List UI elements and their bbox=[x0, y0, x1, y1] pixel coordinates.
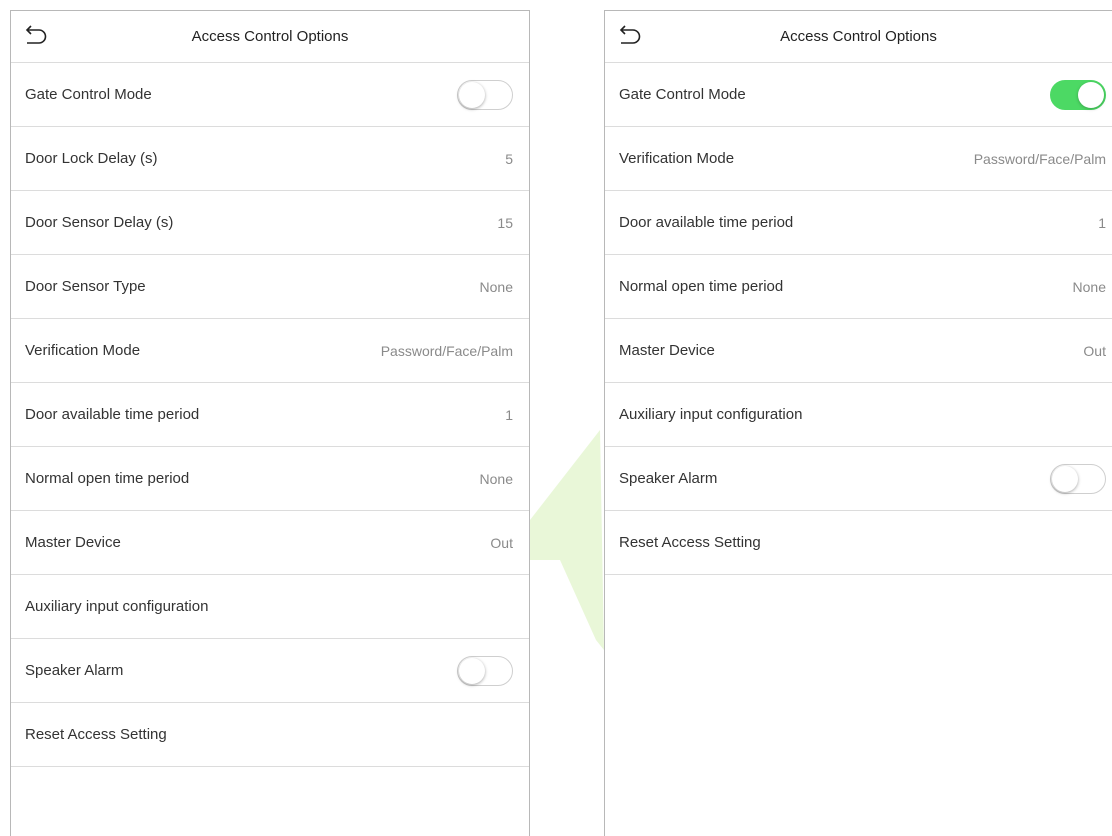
speaker-alarm-row[interactable]: Speaker Alarm bbox=[11, 639, 529, 703]
speaker-alarm-toggle[interactable] bbox=[457, 655, 513, 686]
title-bar: Access Control Options bbox=[605, 11, 1112, 63]
toggle-knob bbox=[1052, 465, 1078, 492]
row-label: Speaker Alarm bbox=[619, 470, 718, 487]
auxiliary-input-configuration-row[interactable]: Auxiliary input configuration bbox=[605, 383, 1112, 447]
left-screen: Access Control Options Gate Control Mode… bbox=[10, 10, 530, 836]
row-label: Master Device bbox=[25, 534, 121, 551]
row-value: 15 bbox=[497, 214, 513, 231]
row-value: Out bbox=[1083, 342, 1106, 359]
back-arrow-icon[interactable] bbox=[617, 24, 643, 48]
row-value: Password/Face/Palm bbox=[380, 342, 513, 359]
right-screen: Access Control Options Gate Control Mode… bbox=[604, 10, 1112, 836]
row-label: Speaker Alarm bbox=[25, 662, 124, 679]
row-value: 1 bbox=[505, 406, 513, 423]
door-sensor-delay-row[interactable]: Door Sensor Delay (s) 15 bbox=[11, 191, 529, 255]
master-device-row[interactable]: Master Device Out bbox=[11, 511, 529, 575]
verification-mode-row[interactable]: Verification Mode Password/Face/Palm bbox=[11, 319, 529, 383]
row-label: Normal open time period bbox=[25, 470, 190, 487]
toggle-knob bbox=[459, 81, 485, 108]
reset-access-setting-row[interactable]: Reset Access Setting bbox=[605, 511, 1112, 575]
gate-control-mode-toggle[interactable] bbox=[1050, 79, 1106, 110]
row-value: Password/Face/Palm bbox=[973, 150, 1106, 167]
row-label: Auxiliary input configuration bbox=[25, 598, 209, 615]
door-sensor-type-row[interactable]: Door Sensor Type None bbox=[11, 255, 529, 319]
toggle-knob bbox=[1078, 81, 1104, 108]
row-label: Door Sensor Type bbox=[25, 278, 146, 295]
row-label: Reset Access Setting bbox=[25, 726, 167, 743]
row-label: Auxiliary input configuration bbox=[619, 406, 803, 423]
page-title: Access Control Options bbox=[191, 28, 349, 45]
row-value: None bbox=[479, 278, 513, 295]
row-label: Reset Access Setting bbox=[619, 534, 761, 551]
door-lock-delay-row[interactable]: Door Lock Delay (s) 5 bbox=[11, 127, 529, 191]
normal-open-time-period-row[interactable]: Normal open time period None bbox=[605, 255, 1112, 319]
row-label: Gate Control Mode bbox=[25, 86, 152, 103]
gate-control-mode-row[interactable]: Gate Control Mode bbox=[605, 63, 1112, 127]
verification-mode-row[interactable]: Verification Mode Password/Face/Palm bbox=[605, 127, 1112, 191]
row-value: None bbox=[479, 470, 513, 487]
toggle-knob bbox=[459, 657, 485, 684]
row-label: Verification Mode bbox=[25, 342, 141, 359]
row-label: Normal open time period bbox=[619, 278, 784, 295]
row-label: Door Lock Delay (s) bbox=[25, 150, 158, 167]
normal-open-time-period-row[interactable]: Normal open time period None bbox=[11, 447, 529, 511]
row-value: 5 bbox=[505, 150, 513, 167]
row-label: Door available time period bbox=[25, 406, 200, 423]
speaker-alarm-toggle[interactable] bbox=[1050, 463, 1106, 494]
row-label: Verification Mode bbox=[619, 150, 735, 167]
speaker-alarm-row[interactable]: Speaker Alarm bbox=[605, 447, 1112, 511]
master-device-row[interactable]: Master Device Out bbox=[605, 319, 1112, 383]
page-title: Access Control Options bbox=[780, 28, 937, 45]
figure-canvas: Access Control Options Gate Control Mode… bbox=[0, 0, 1112, 836]
reset-access-setting-row[interactable]: Reset Access Setting bbox=[11, 703, 529, 767]
title-bar: Access Control Options bbox=[11, 11, 529, 63]
row-label: Master Device bbox=[619, 342, 715, 359]
row-value: None bbox=[1072, 278, 1106, 295]
row-label: Door Sensor Delay (s) bbox=[25, 214, 174, 231]
row-label: Door available time period bbox=[619, 214, 794, 231]
gate-control-mode-row[interactable]: Gate Control Mode bbox=[11, 63, 529, 127]
back-arrow-icon[interactable] bbox=[23, 24, 49, 48]
door-available-time-period-row[interactable]: Door available time period 1 bbox=[605, 191, 1112, 255]
row-value: 1 bbox=[1098, 214, 1106, 231]
auxiliary-input-configuration-row[interactable]: Auxiliary input configuration bbox=[11, 575, 529, 639]
door-available-time-period-row[interactable]: Door available time period 1 bbox=[11, 383, 529, 447]
row-value: Out bbox=[490, 534, 513, 551]
row-label: Gate Control Mode bbox=[619, 86, 746, 103]
gate-control-mode-toggle[interactable] bbox=[457, 79, 513, 110]
